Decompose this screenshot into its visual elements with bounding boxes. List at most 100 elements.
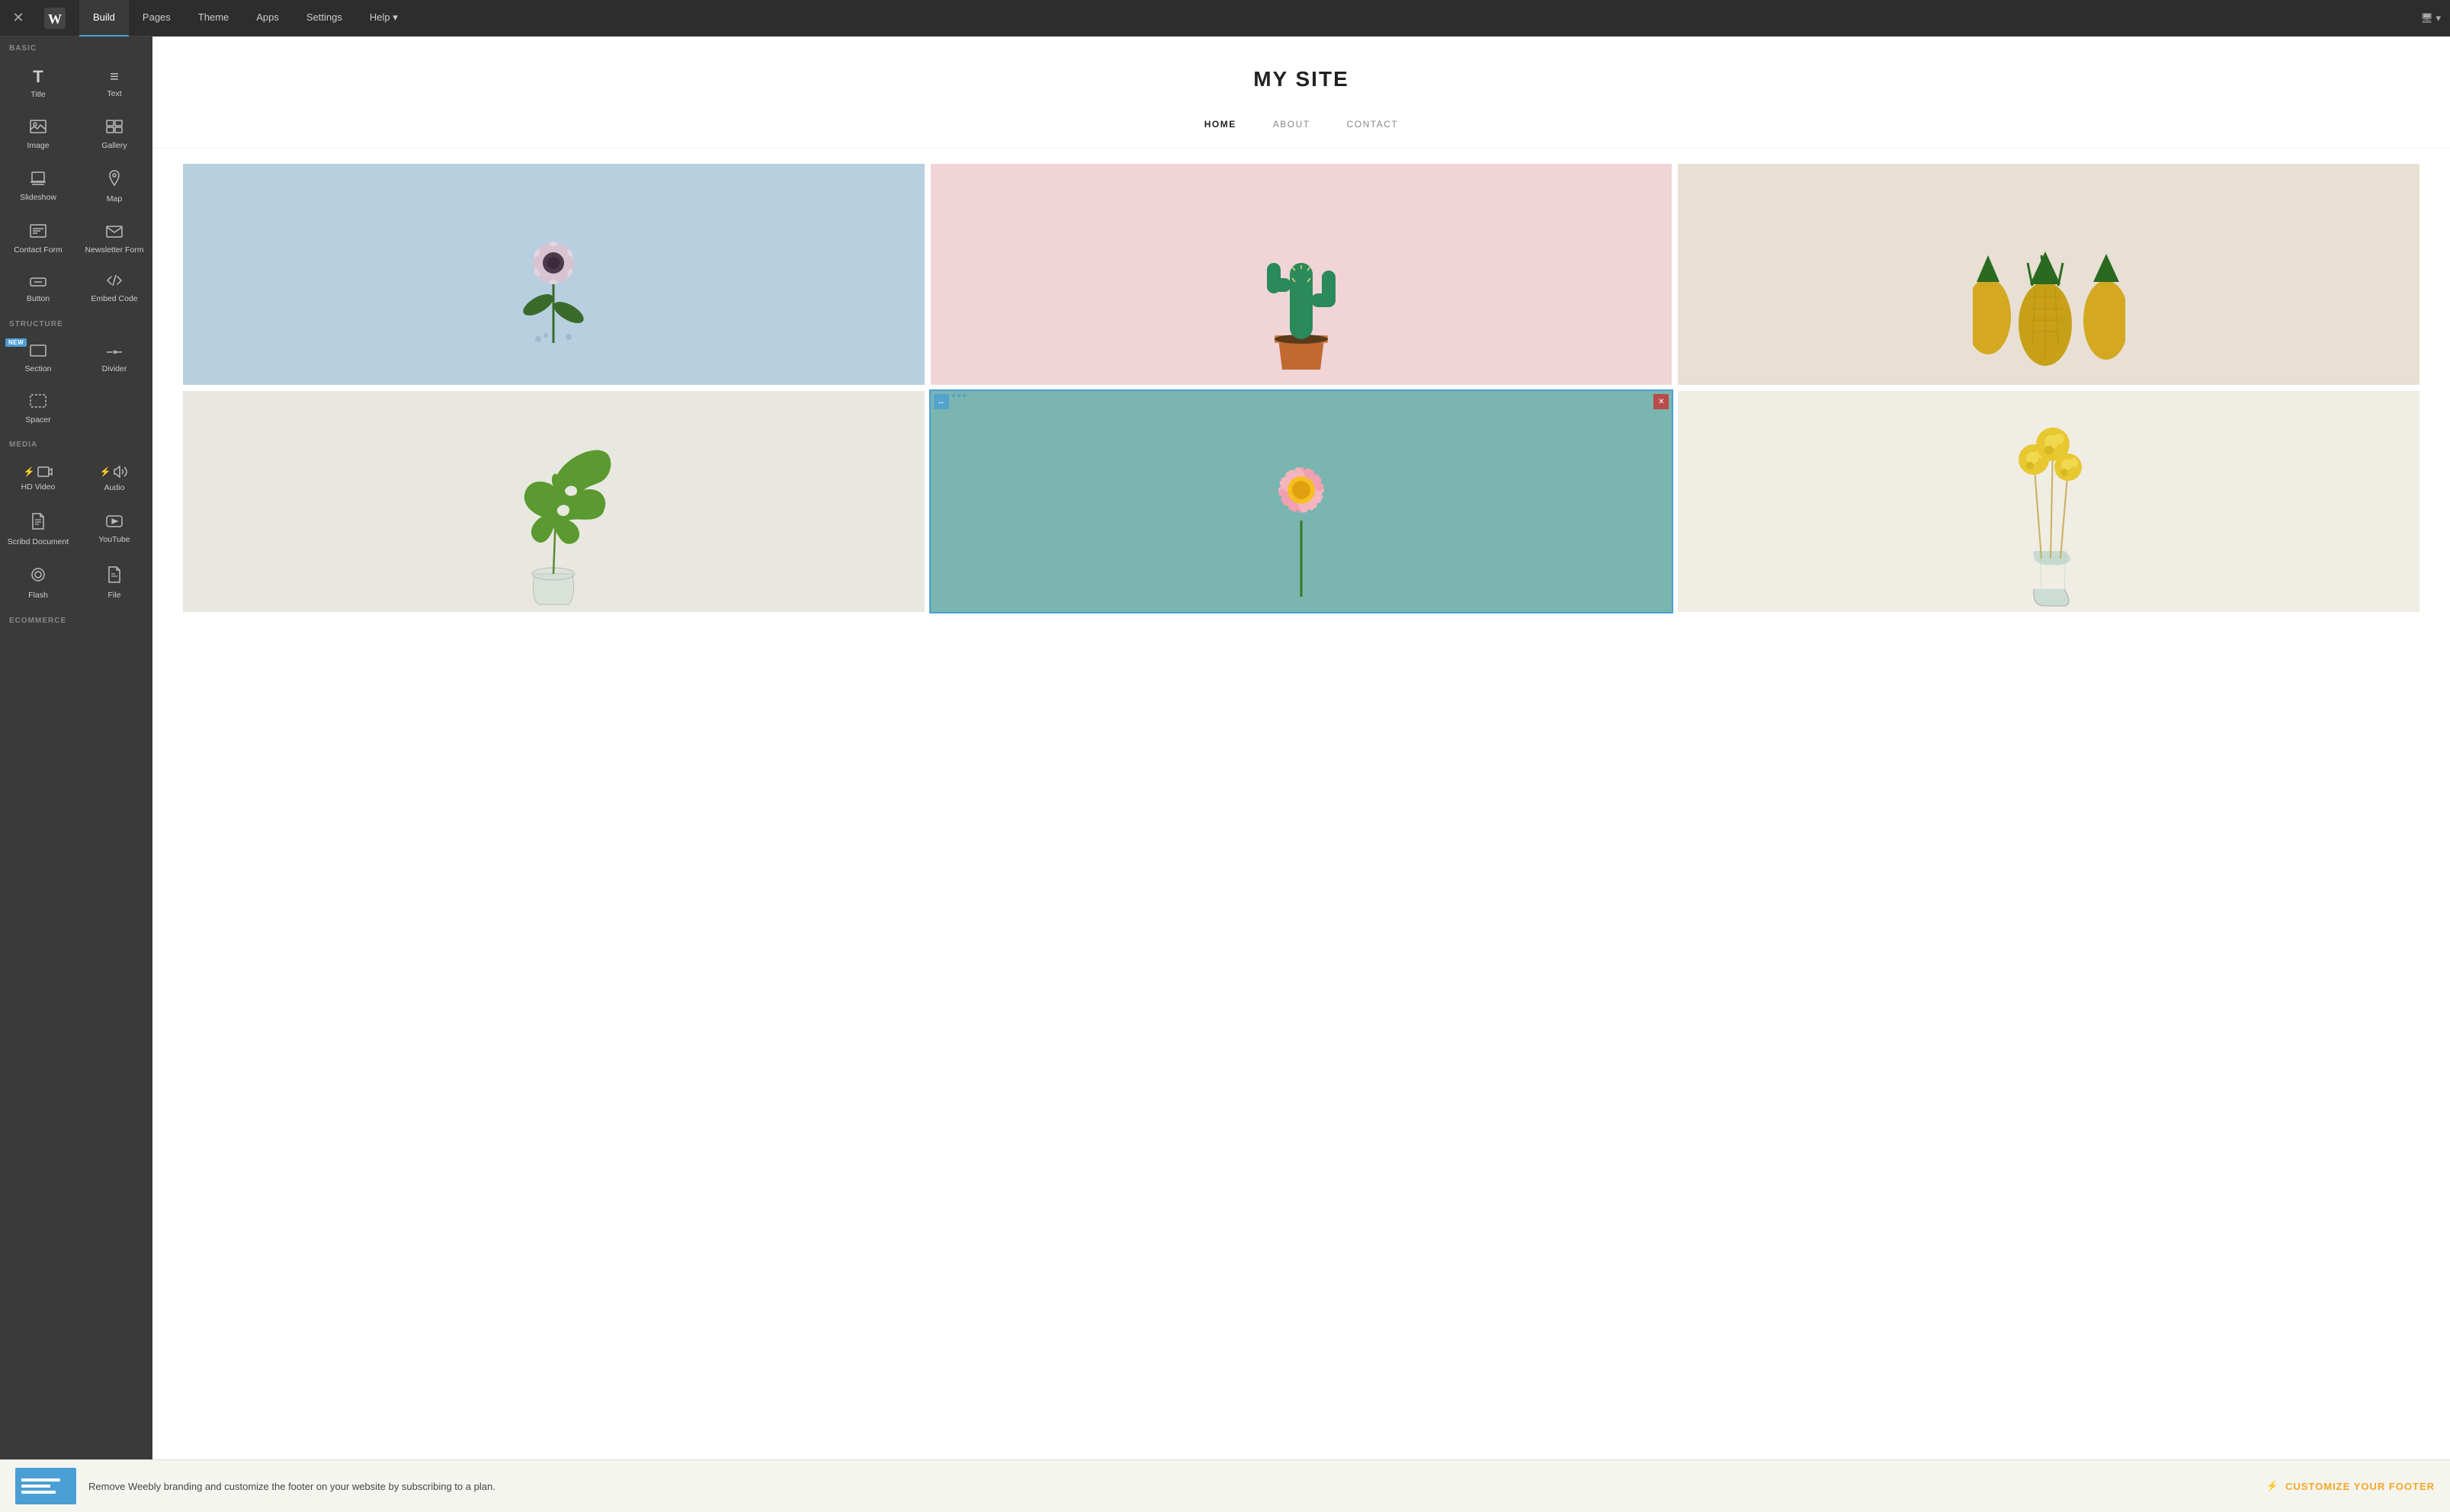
footer-lightning-icon: ⚡ xyxy=(2266,1480,2279,1492)
hdvideo-icon: ⚡ xyxy=(24,466,53,478)
contact-form-icon xyxy=(30,224,46,241)
gallery-cell-4[interactable] xyxy=(183,391,925,612)
sidebar-item-flash[interactable]: Flash xyxy=(0,555,76,609)
new-badge: NEW xyxy=(5,338,27,347)
gallery-grid: ↔ ✕ xyxy=(183,164,2420,612)
sidebar-item-divider[interactable]: Divider xyxy=(76,333,152,383)
sidebar-item-youtube[interactable]: YouTube xyxy=(76,501,152,556)
footer-cta-label: CUSTOMIZE YOUR FOOTER xyxy=(2285,1481,2435,1492)
hdvideo-label: HD Video xyxy=(21,482,56,492)
gallery-cell-5[interactable]: ↔ ✕ xyxy=(931,391,1672,612)
gallery-section: ↔ ✕ xyxy=(152,149,2450,627)
nav-about[interactable]: ABOUT xyxy=(1273,119,1310,130)
sidebar-item-audio[interactable]: ⚡ Audio xyxy=(76,453,152,501)
title-icon xyxy=(33,69,43,85)
newsletter-label: Newsletter Form xyxy=(85,245,143,255)
gallery-cell-2[interactable] xyxy=(931,164,1672,385)
sidebar-item-gallery[interactable]: Gallery xyxy=(76,108,152,159)
contact-form-label: Contact Form xyxy=(14,245,63,255)
sidebar: BASIC Title Text Image xyxy=(0,37,152,1459)
section-basic-label: BASIC xyxy=(0,37,152,57)
nav-tabs: Build Pages Theme Apps Settings Help ▾ xyxy=(79,0,412,36)
top-nav: ✕ W Build Pages Theme Apps Settings Help… xyxy=(0,0,2450,37)
file-label: File xyxy=(108,591,121,601)
sidebar-item-contact-form[interactable]: Contact Form xyxy=(0,213,76,264)
main-area: BASIC Title Text Image xyxy=(0,37,2450,1459)
website-preview: MY SITE HOME ABOUT CONTACT xyxy=(152,37,2450,1459)
sidebar-item-image[interactable]: Image xyxy=(0,108,76,159)
site-nav: HOME ABOUT CONTACT xyxy=(152,107,2450,149)
slideshow-icon xyxy=(30,171,46,188)
tab-apps[interactable]: Apps xyxy=(242,0,293,37)
image-label: Image xyxy=(27,141,49,151)
slideshow-label: Slideshow xyxy=(20,193,56,203)
customize-footer-button[interactable]: ⚡ CUSTOMIZE YOUR FOOTER xyxy=(2266,1480,2435,1492)
basic-grid: Title Text Image xyxy=(0,57,152,312)
section-label: Section xyxy=(24,364,51,374)
sidebar-item-title[interactable]: Title xyxy=(0,57,76,108)
site-header: MY SITE xyxy=(152,37,2450,107)
flash-icon xyxy=(31,566,45,586)
gallery-icon xyxy=(106,120,123,136)
scribd-icon xyxy=(31,513,45,533)
site-title: MY SITE xyxy=(168,67,2435,91)
sidebar-item-text[interactable]: Text xyxy=(76,57,152,108)
device-selector[interactable]: 🖥 ▾ xyxy=(2420,12,2450,24)
sidebar-item-section[interactable]: NEW Section xyxy=(0,333,76,383)
spacer-label: Spacer xyxy=(25,415,50,425)
spacer-icon xyxy=(30,394,46,411)
nav-contact[interactable]: CONTACT xyxy=(1347,119,1399,130)
cell-close-handle[interactable]: ✕ xyxy=(1653,394,1669,409)
scribd-label: Scribd Document xyxy=(8,537,69,547)
structure-grid: NEW Section Divider xyxy=(0,333,152,433)
sidebar-item-button[interactable]: Button xyxy=(0,263,76,312)
gallery-cell-1[interactable] xyxy=(183,164,925,385)
sidebar-item-newsletter[interactable]: Newsletter Form xyxy=(76,213,152,264)
section-ecommerce-label: ECOMMERCE xyxy=(0,609,152,629)
audio-label: Audio xyxy=(104,483,125,493)
tab-settings[interactable]: Settings xyxy=(293,0,356,37)
close-button[interactable]: ✕ xyxy=(0,0,37,37)
title-label: Title xyxy=(30,90,45,100)
flash-label: Flash xyxy=(28,591,48,601)
gallery-cell-3[interactable] xyxy=(1678,164,2420,385)
sidebar-item-slideshow[interactable]: Slideshow xyxy=(0,159,76,213)
canvas-area: MY SITE HOME ABOUT CONTACT xyxy=(152,37,2450,1459)
gallery-cell-6[interactable] xyxy=(1678,391,2420,612)
svg-text:W: W xyxy=(48,11,62,27)
cell-move-handle[interactable]: ↔ xyxy=(934,394,949,409)
sidebar-item-spacer[interactable]: Spacer xyxy=(0,383,76,434)
section-structure-label: STRUCTURE xyxy=(0,312,152,333)
text-icon xyxy=(110,69,119,85)
footer-preview-image xyxy=(15,1468,76,1504)
youtube-label: YouTube xyxy=(98,535,130,545)
tab-help[interactable]: Help ▾ xyxy=(356,0,412,37)
button-icon xyxy=(30,274,46,290)
tab-build[interactable]: Build xyxy=(79,0,129,37)
button-label: Button xyxy=(27,294,50,304)
tab-pages[interactable]: Pages xyxy=(129,0,184,37)
map-icon xyxy=(107,170,122,190)
section-media-label: MEDIA xyxy=(0,433,152,453)
section-icon xyxy=(30,344,46,360)
sidebar-item-file[interactable]: File xyxy=(76,555,152,609)
footer-description: Remove Weebly branding and customize the… xyxy=(88,1481,2254,1492)
sidebar-item-scribd[interactable]: Scribd Document xyxy=(0,501,76,556)
media-grid: ⚡ HD Video ⚡ Audio xyxy=(0,453,152,609)
cell-dots xyxy=(952,394,966,397)
newsletter-icon xyxy=(106,224,123,241)
map-label: Map xyxy=(107,194,122,204)
image-icon xyxy=(30,120,46,136)
sidebar-item-embed[interactable]: Embed Code xyxy=(76,263,152,312)
divider-label: Divider xyxy=(102,364,127,374)
divider-icon xyxy=(106,344,123,360)
nav-home[interactable]: HOME xyxy=(1204,119,1236,130)
youtube-icon xyxy=(106,515,123,530)
text-label: Text xyxy=(107,89,121,99)
sidebar-item-map[interactable]: Map xyxy=(76,159,152,213)
audio-icon: ⚡ xyxy=(100,465,130,479)
gallery-label: Gallery xyxy=(101,141,127,151)
embed-icon xyxy=(106,274,123,290)
sidebar-item-hdvideo[interactable]: ⚡ HD Video xyxy=(0,453,76,501)
tab-theme[interactable]: Theme xyxy=(184,0,242,37)
